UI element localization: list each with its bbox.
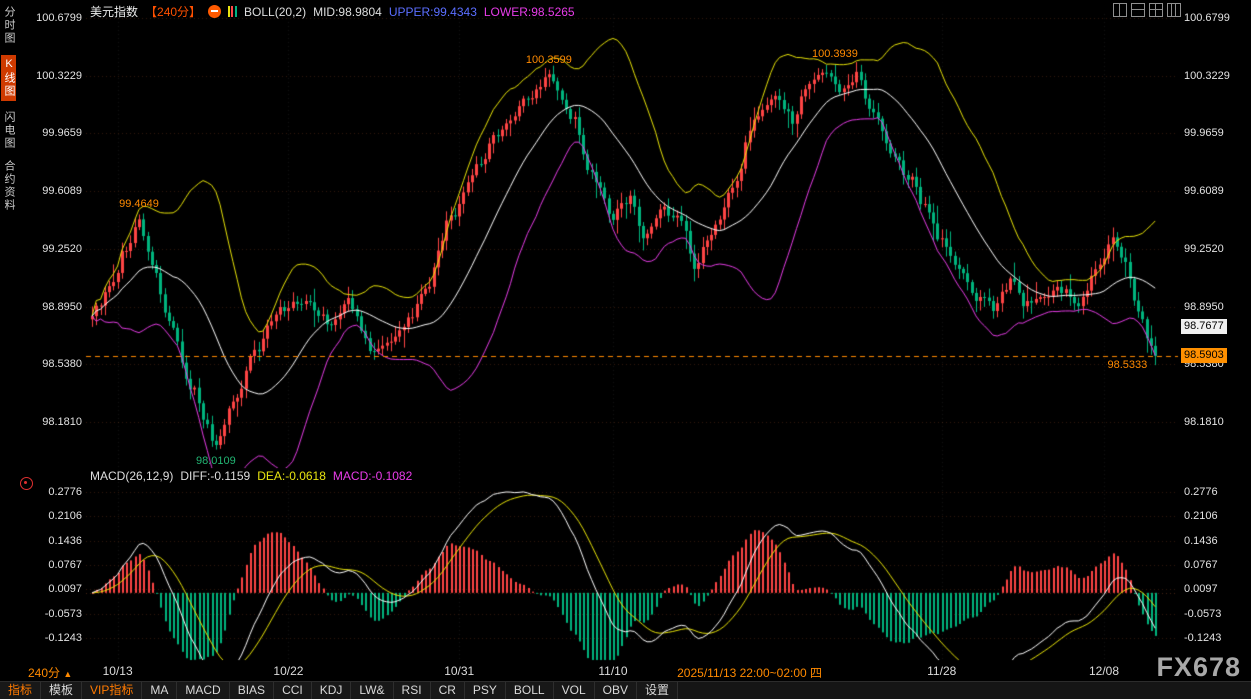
boll-upper-value: UPPER:99.4343 <box>389 5 477 19</box>
sidebar-item-contract-info[interactable]: 合约资料 <box>1 160 16 212</box>
watermark: FX678 <box>1156 652 1241 683</box>
toolbar-button-cr[interactable]: CR <box>431 682 465 699</box>
timeframe-label[interactable]: 240分 ▲ <box>28 664 72 681</box>
macd-macd-value: MACD:-0.1082 <box>333 469 412 483</box>
toolbar-button-macd[interactable]: MACD <box>177 682 229 699</box>
boll-indicator-label: BOLL(20,2) <box>244 5 306 19</box>
boll-mid-value: MID:98.9804 <box>313 5 382 19</box>
price-badge-last: 98.5903 <box>1181 348 1227 363</box>
window-layout-controls <box>1109 3 1181 21</box>
toolbar-button-kdj[interactable]: KDJ <box>312 682 352 699</box>
sidebar-item-time-chart[interactable]: 分时图 <box>1 6 16 45</box>
sidebar-item-flash-chart[interactable]: 闪电图 <box>1 111 16 150</box>
trading-terminal: 100.6799100.6799100.3229100.322999.96599… <box>0 0 1251 699</box>
period-tag: 【240分】 <box>145 3 201 20</box>
toolbar-button-vip-indicators[interactable]: VIP指标 <box>82 682 142 699</box>
layout-columns-icon[interactable] <box>1167 3 1181 17</box>
toolbar-button-cci[interactable]: CCI <box>274 682 312 699</box>
price-badge-mid: 98.7677 <box>1181 319 1227 334</box>
mini-candle-icon <box>228 6 237 17</box>
macd-header: MACD(26,12,9) DIFF:-0.1159 DEA:-0.0618 M… <box>90 469 412 483</box>
macd-indicator-label: MACD(26,12,9) <box>90 469 173 483</box>
collapse-circle-minus-icon[interactable] <box>208 5 221 18</box>
toolbar-button-lwr[interactable]: LW& <box>351 682 393 699</box>
indicator-marker-icon[interactable] <box>20 477 33 490</box>
chart-canvas[interactable] <box>0 0 1251 682</box>
toolbar-button-psy[interactable]: PSY <box>465 682 506 699</box>
toolbar-button-obv[interactable]: OBV <box>595 682 637 699</box>
toolbar-button-settings[interactable]: 设置 <box>637 682 678 699</box>
layout-split-vertical-icon[interactable] <box>1113 3 1127 17</box>
sidebar-nav: 分时图 K线图闪电图合约资料 <box>0 0 17 699</box>
macd-dea-value: DEA:-0.0618 <box>257 469 326 483</box>
boll-lower-value: LOWER:98.5265 <box>484 5 575 19</box>
toolbar-button-bias[interactable]: BIAS <box>230 682 274 699</box>
toolbar-button-ma[interactable]: MA <box>142 682 177 699</box>
chart-header-bar: 美元指数 【240分】 BOLL(20,2) MID:98.9804 UPPER… <box>90 3 575 20</box>
triangle-up-icon: ▲ <box>63 669 72 679</box>
timeframe-text: 240分 <box>28 666 60 680</box>
layout-grid-icon[interactable] <box>1149 3 1163 17</box>
layout-split-horizontal-icon[interactable] <box>1131 3 1145 17</box>
bottom-toolbar: 指标模板VIP指标MAMACDBIASCCIKDJLW&RSICRPSYBOLL… <box>0 681 1251 699</box>
toolbar-button-boll[interactable]: BOLL <box>506 682 554 699</box>
toolbar-button-vol[interactable]: VOL <box>554 682 595 699</box>
toolbar-button-rsi[interactable]: RSI <box>394 682 431 699</box>
toolbar-button-indicators[interactable]: 指标 <box>0 682 41 699</box>
sidebar-item-kline-chart[interactable]: K线图 <box>1 55 16 101</box>
symbol-title: 美元指数 <box>90 3 138 20</box>
macd-diff-value: DIFF:-0.1159 <box>180 469 250 483</box>
toolbar-button-templates[interactable]: 模板 <box>41 682 82 699</box>
